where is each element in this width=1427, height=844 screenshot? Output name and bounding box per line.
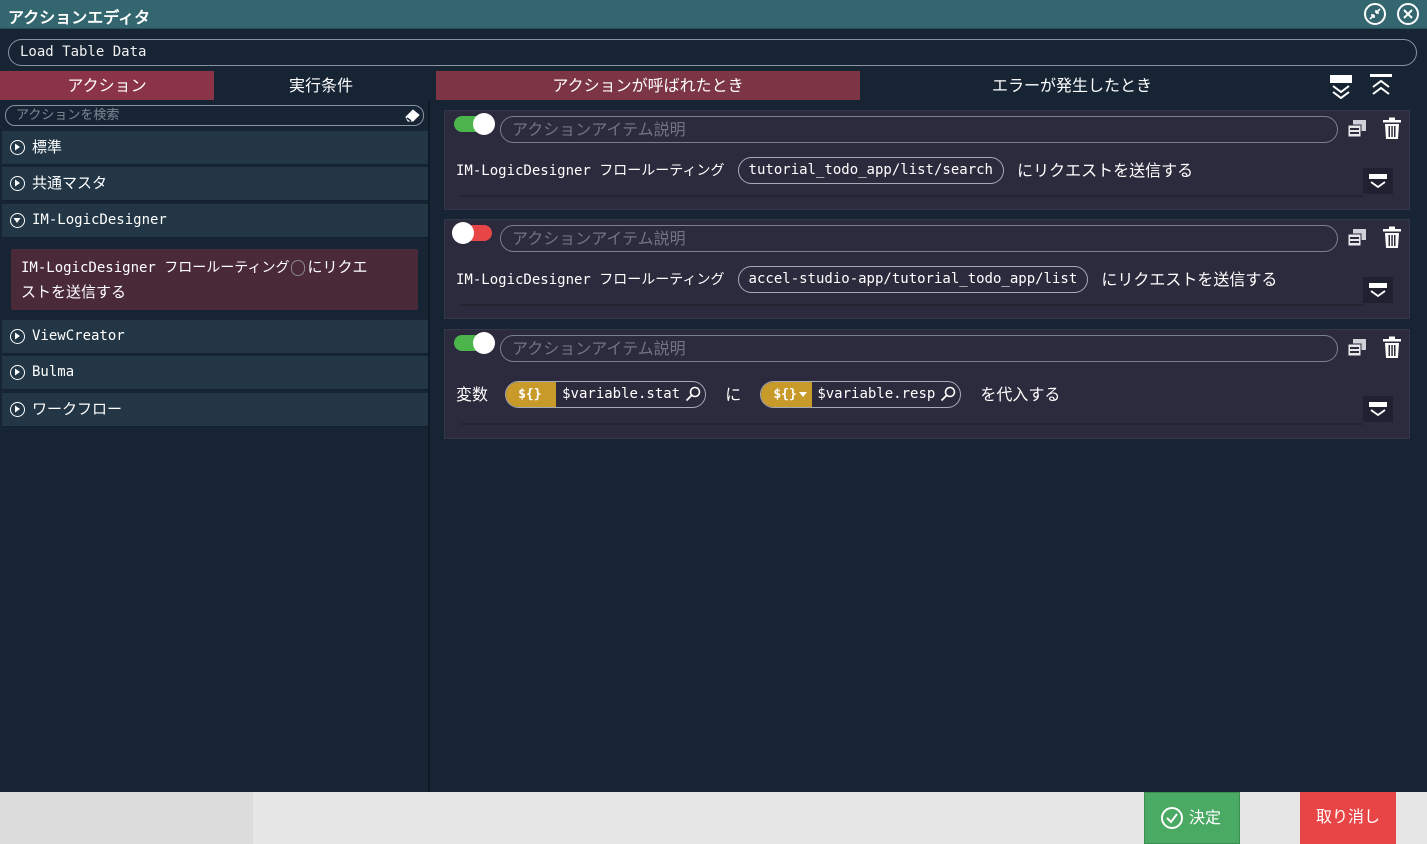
action-suffix: にリクエストを送信する: [1017, 160, 1194, 180]
action-palette: アクションを検索 標準 共通マスタ IM-LogicDesigner IM-Lo…: [0, 100, 430, 792]
search-placeholder: アクションを検索: [16, 108, 120, 123]
action-list: アクションアイテム説明 IM-LogicDesigner フロールーティング t…: [432, 100, 1427, 792]
tab-conditions[interactable]: 実行条件: [214, 71, 428, 100]
check-circle-icon: [1161, 807, 1183, 829]
toggle-knob: [473, 113, 495, 135]
action-suffix: にリクエストを送信する: [1101, 269, 1278, 289]
category-label: IM-LogicDesigner: [32, 212, 167, 228]
expand-all-icon[interactable]: [1330, 73, 1352, 100]
action-card: アクションアイテム説明 変数 ${} $variable.stat に ${} …: [444, 329, 1410, 439]
action-description-input[interactable]: アクションアイテム説明: [500, 335, 1338, 362]
search-icon[interactable]: [685, 386, 701, 402]
restore-icon[interactable]: [1364, 3, 1386, 25]
enable-toggle[interactable]: [454, 332, 495, 354]
copy-icon[interactable]: [1346, 337, 1368, 359]
trash-icon[interactable]: [1382, 336, 1402, 359]
eraser-icon[interactable]: [404, 107, 421, 123]
expand-details-button[interactable]: [1363, 396, 1393, 422]
category-label: ワークフロー: [32, 400, 123, 418]
divider: [461, 195, 1363, 197]
action-card: アクションアイテム説明 IM-LogicDesigner フロールーティング a…: [444, 219, 1410, 319]
expand-details-button[interactable]: [1363, 168, 1393, 194]
action-search-input[interactable]: アクションを検索: [5, 105, 424, 126]
variable-target-value: $variable.stat: [562, 386, 681, 402]
ok-label: 決定: [1188, 808, 1221, 827]
toggle-knob: [452, 222, 474, 244]
category-logicdesigner[interactable]: IM-LogicDesigner: [2, 204, 428, 238]
action-card: アクションアイテム説明 IM-LogicDesigner フロールーティング t…: [444, 110, 1410, 210]
category-label: 共通マスタ: [32, 174, 108, 192]
action-item-flow-routing[interactable]: IM-LogicDesigner フロールーティング にリクエ ストを送信する: [11, 249, 418, 310]
action-body: IM-LogicDesigner フロールーティング tutorial_todo…: [456, 157, 1194, 184]
action-item-text: IM-LogicDesigner フロールーティング: [21, 260, 290, 276]
search-icon[interactable]: [940, 386, 956, 402]
action-description-input[interactable]: アクションアイテム説明: [500, 116, 1338, 143]
collapse-arrow-icon: [10, 213, 25, 228]
title-bar: アクションエディタ: [0, 0, 1427, 29]
toggle-knob: [473, 332, 495, 354]
divider: [461, 423, 1363, 425]
expression-badge[interactable]: ${}: [506, 382, 557, 407]
variable-label: 変数: [456, 384, 489, 404]
copy-icon[interactable]: [1346, 227, 1368, 249]
action-body: IM-LogicDesigner フロールーティング accel-studio-…: [456, 266, 1278, 293]
category-common-master[interactable]: 共通マスタ: [2, 167, 428, 201]
tab-on-error[interactable]: エラーが発生したとき: [860, 71, 1284, 100]
collapse-all-icon[interactable]: [1370, 73, 1392, 99]
action-description-input[interactable]: アクションアイテム説明: [500, 225, 1338, 252]
action-item-text-2: にリクエ: [307, 258, 368, 276]
enable-toggle[interactable]: [452, 222, 492, 244]
expand-arrow-icon: [10, 140, 25, 155]
slot-placeholder-icon: [291, 259, 306, 276]
dropdown-caret-icon: [799, 392, 808, 397]
expand-arrow-icon: [10, 329, 25, 344]
assign-suffix: を代入する: [980, 384, 1061, 404]
category-workflow[interactable]: ワークフロー: [2, 393, 428, 427]
expand-arrow-icon: [10, 365, 25, 380]
action-name-input[interactable]: Load Table Data: [8, 39, 1417, 66]
category-label: ViewCreator: [32, 328, 125, 344]
tab-actions[interactable]: アクション: [0, 71, 214, 100]
close-icon[interactable]: [1397, 3, 1419, 25]
divider: [461, 304, 1363, 306]
expand-arrow-icon: [10, 402, 25, 417]
ni-label: に: [725, 384, 742, 404]
window-title: アクションエディタ: [8, 8, 151, 27]
enable-toggle[interactable]: [454, 113, 495, 135]
copy-icon[interactable]: [1346, 118, 1368, 140]
category-label: 標準: [32, 138, 63, 156]
ok-button[interactable]: 決定: [1144, 792, 1240, 844]
category-viewcreator[interactable]: ViewCreator: [2, 320, 428, 354]
trash-icon[interactable]: [1382, 117, 1402, 140]
route-field[interactable]: accel-studio-app/tutorial_todo_app/list: [737, 266, 1089, 293]
action-prefix: IM-LogicDesigner フロールーティング: [456, 162, 725, 179]
dialog-footer: 決定 取り消し: [0, 792, 1427, 844]
trash-icon[interactable]: [1382, 226, 1402, 249]
category-bulma[interactable]: Bulma: [2, 356, 428, 390]
category-standard[interactable]: 標準: [2, 131, 428, 165]
action-body: 変数 ${} $variable.stat に ${} $variable.re…: [456, 381, 1061, 408]
route-field[interactable]: tutorial_todo_app/list/search: [737, 157, 1004, 184]
category-label: Bulma: [32, 364, 75, 380]
expand-details-button[interactable]: [1363, 277, 1393, 303]
variable-target-field[interactable]: ${} $variable.stat: [505, 381, 707, 408]
expand-arrow-icon: [10, 176, 25, 191]
action-prefix: IM-LogicDesigner フロールーティング: [456, 271, 725, 288]
variable-source-field[interactable]: ${} $variable.resp: [760, 381, 962, 408]
variable-source-value: $variable.resp: [817, 386, 936, 402]
action-item-text-3: ストを送信する: [21, 283, 127, 301]
cancel-button[interactable]: 取り消し: [1300, 792, 1396, 844]
tab-on-called[interactable]: アクションが呼ばれたとき: [436, 71, 860, 100]
footer-left-area: [0, 792, 253, 844]
